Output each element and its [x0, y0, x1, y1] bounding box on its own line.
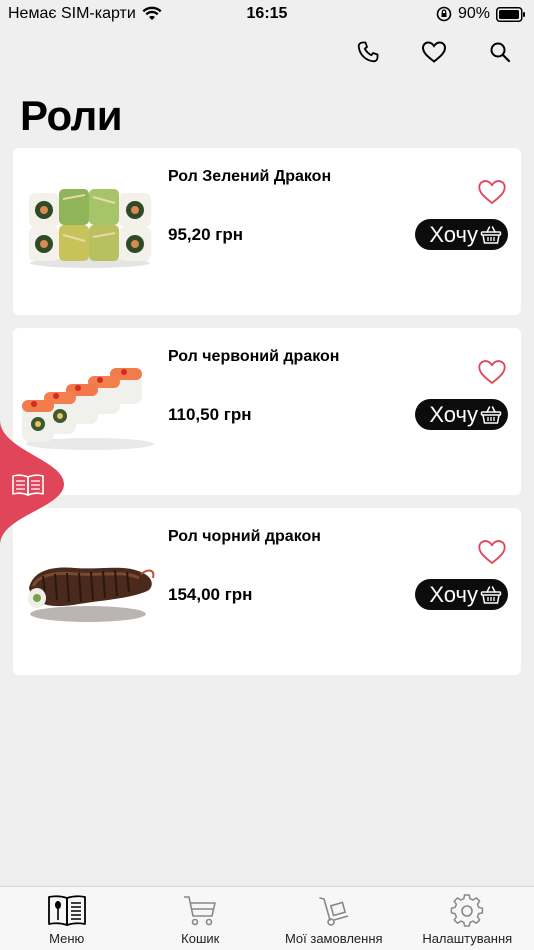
tab-my-orders[interactable]: Мої замовлення: [267, 887, 401, 950]
tab-my-orders-label: Мої замовлення: [284, 931, 383, 946]
tab-settings-label: Налаштування: [422, 931, 513, 946]
product-price: 110,50 грн: [168, 405, 252, 424]
product-name: Рол чорний дракон: [168, 528, 321, 545]
tab-menu[interactable]: Меню: [0, 887, 134, 950]
bottom-tab-bar: Меню Кошик Мої замовлення Налаштування: [0, 886, 534, 950]
battery-icon: [496, 6, 525, 22]
heart-icon[interactable]: [420, 38, 448, 66]
product-price: 95,20 грн: [168, 225, 243, 244]
favorite-heart-icon[interactable]: [477, 358, 507, 386]
top-actions: [354, 38, 514, 66]
tab-settings[interactable]: Налаштування: [401, 887, 534, 950]
tab-cart-label: Кошик: [181, 931, 220, 946]
basket-icon: [480, 404, 502, 426]
tab-menu-label: Меню: [49, 931, 85, 946]
hand-truck-icon: [314, 893, 354, 929]
want-button[interactable]: Хочу: [415, 579, 508, 610]
side-menu-tab[interactable]: [0, 420, 66, 545]
page-title: Роли: [20, 92, 123, 139]
product-name: Рол Зелений Дракон: [168, 168, 332, 185]
phone-icon[interactable]: [354, 38, 382, 66]
product-name: Рол червоний дракон: [168, 348, 340, 365]
basket-icon: [480, 584, 502, 606]
want-button-label: Хочу: [429, 401, 478, 427]
tab-cart[interactable]: Кошик: [134, 887, 268, 950]
orientation-lock-icon: [436, 6, 452, 22]
product-card[interactable]: Рол червоний дракон 110,50 грн Хочу: [13, 328, 521, 495]
search-icon[interactable]: [486, 38, 514, 66]
status-bar: Немає SIM-карти 16:15 90%: [0, 0, 534, 28]
want-button-label: Хочу: [429, 581, 478, 607]
cart-icon: [180, 893, 220, 929]
basket-icon: [480, 224, 502, 246]
menu-book-icon: [47, 893, 87, 929]
want-button[interactable]: Хочу: [415, 399, 508, 430]
favorite-heart-icon[interactable]: [477, 538, 507, 566]
want-button-label: Хочу: [429, 221, 478, 247]
want-button[interactable]: Хочу: [415, 219, 508, 250]
favorite-heart-icon[interactable]: [477, 178, 507, 206]
product-card[interactable]: Рол чорний дракон 154,00 грн Хочу: [13, 508, 521, 675]
product-image: [17, 170, 163, 285]
status-right: 90%: [436, 5, 526, 23]
gear-icon: [447, 893, 487, 929]
product-card[interactable]: Рол Зелений Дракон 95,20 грн Хочу: [13, 148, 521, 315]
battery-percent: 90%: [457, 5, 490, 22]
product-price: 154,00 грн: [168, 585, 253, 604]
product-list: Рол Зелений Дракон 95,20 грн Хочу Рол че…: [13, 148, 521, 688]
product-image: [17, 530, 163, 645]
